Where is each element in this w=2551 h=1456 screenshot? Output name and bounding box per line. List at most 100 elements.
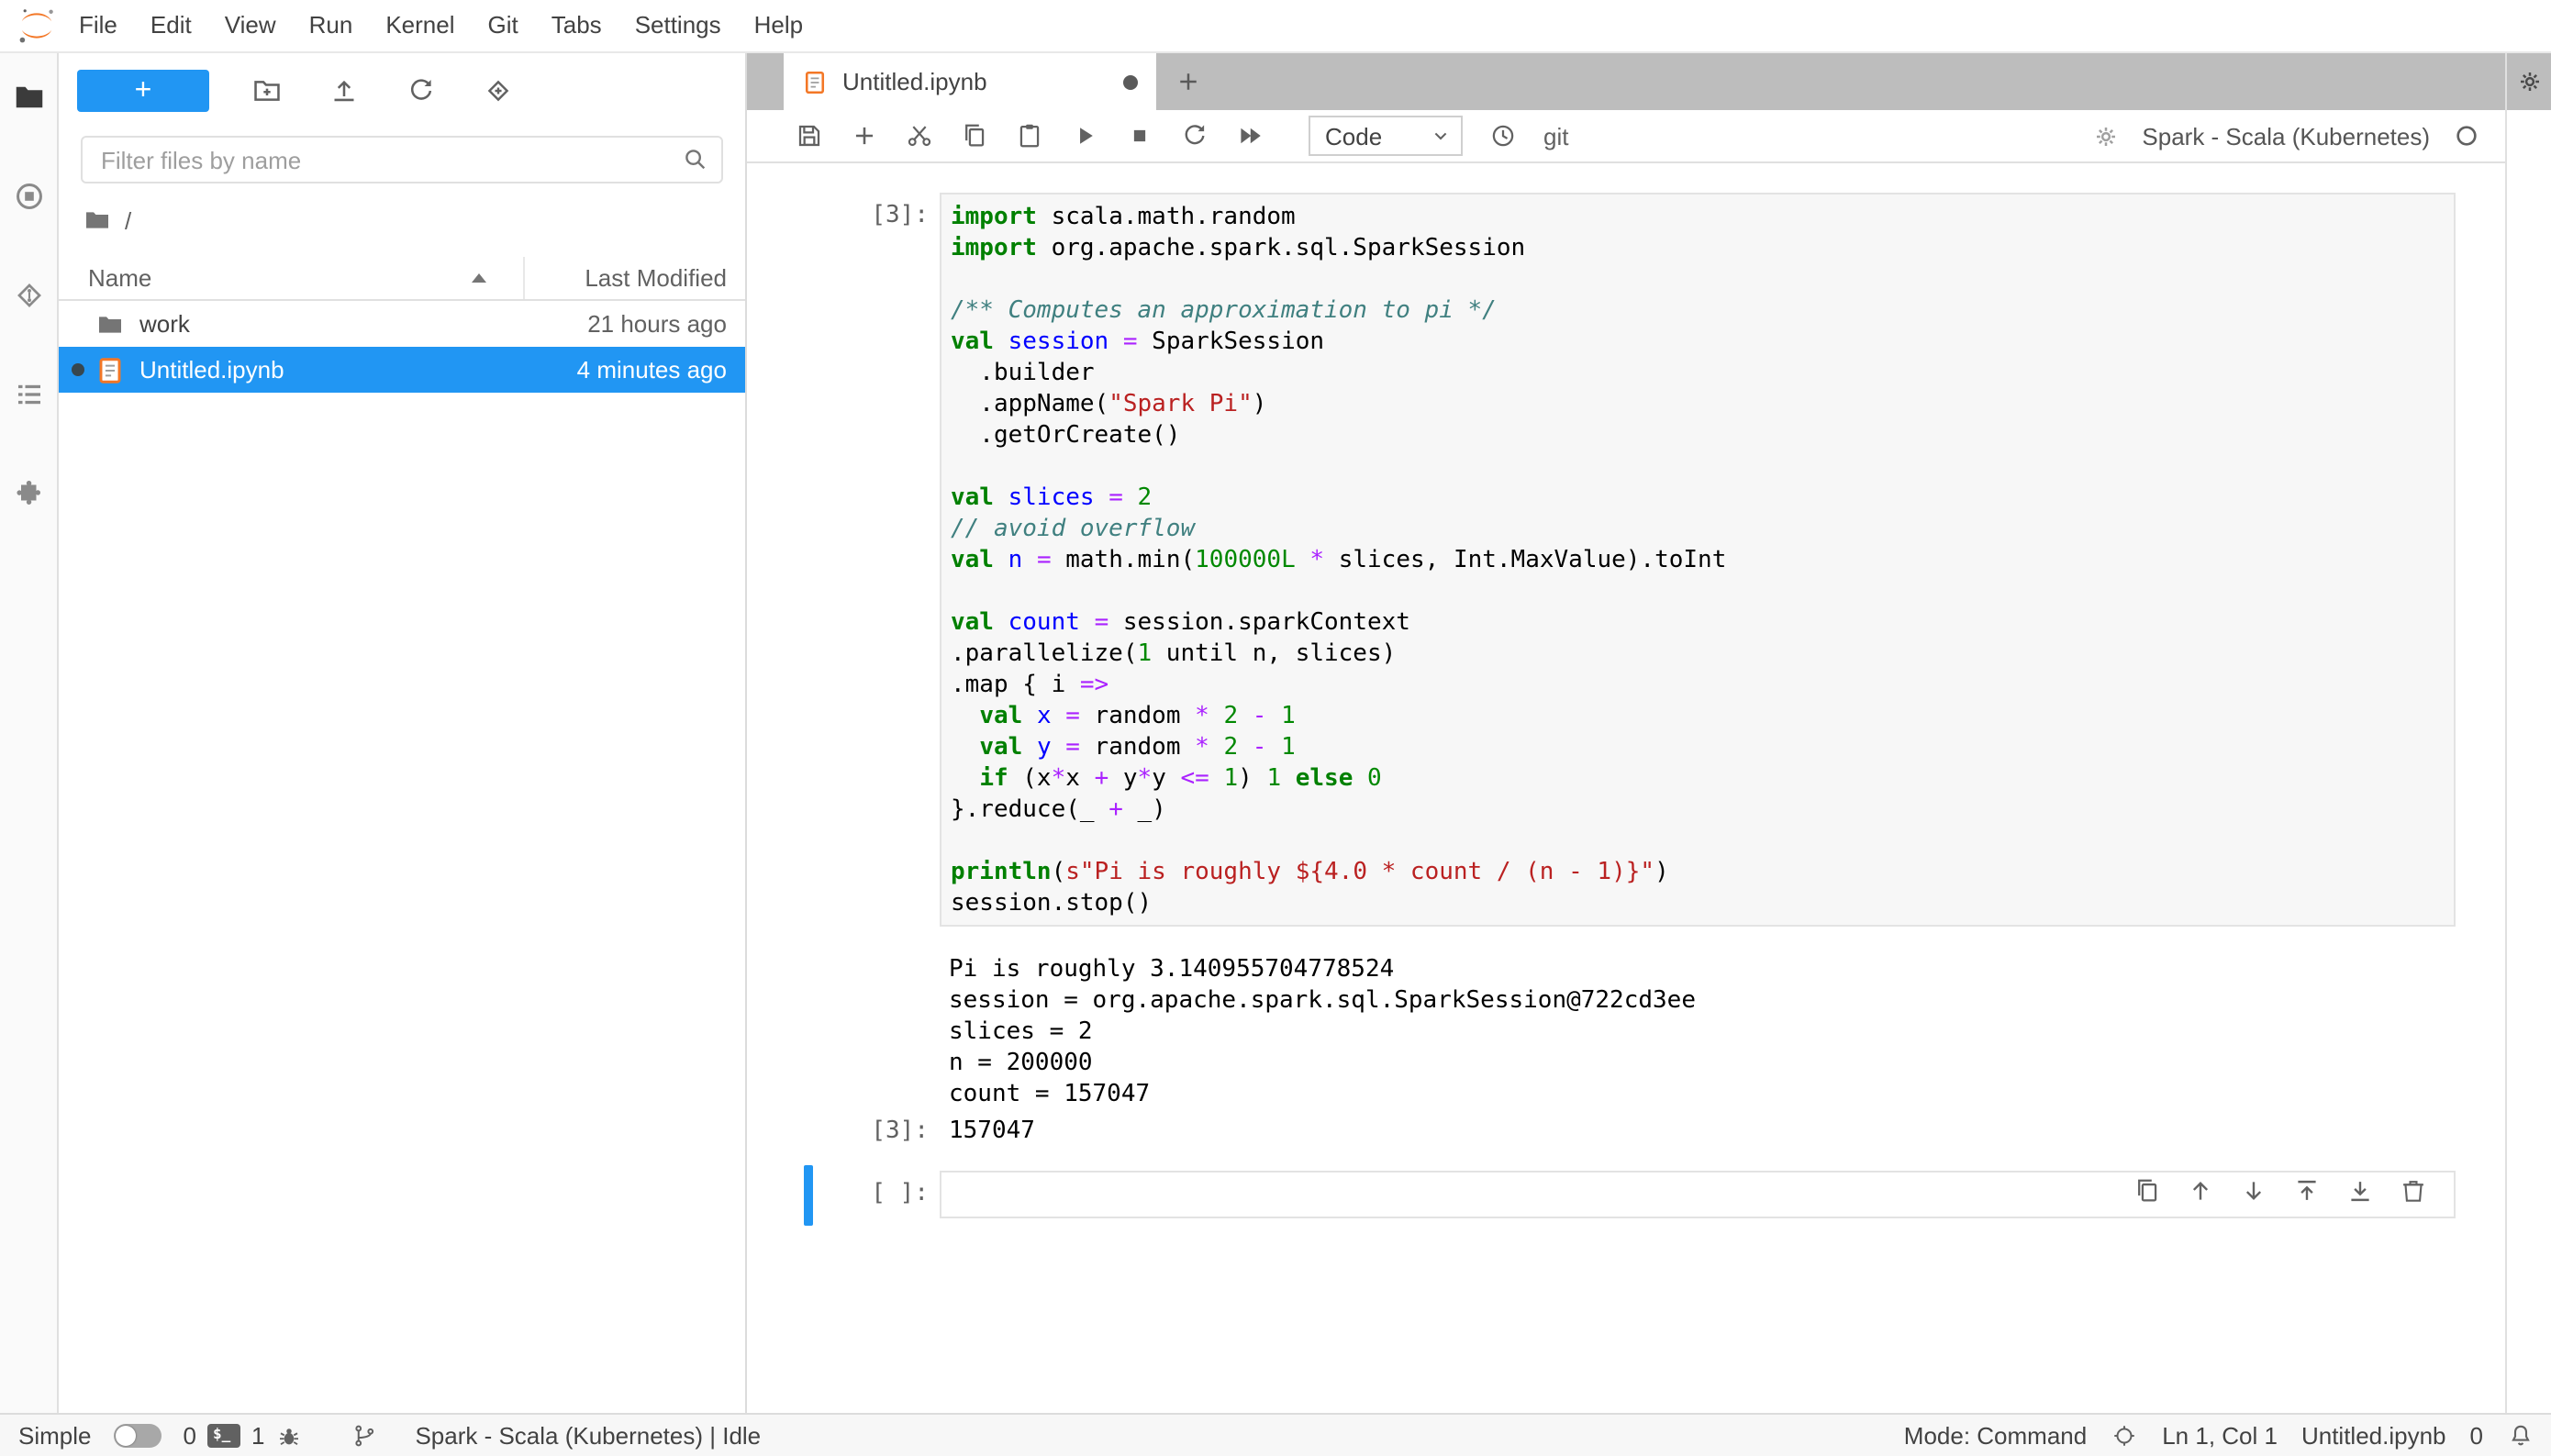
- folder-icon: [95, 309, 125, 339]
- extensions-icon[interactable]: [10, 475, 47, 512]
- toolbar-right: Spark - Scala (Kubernetes): [2090, 121, 2505, 150]
- copy-icon[interactable]: [960, 121, 989, 150]
- output-line: n = 200000: [949, 1050, 1093, 1077]
- dock-panel: Untitled.ipynb Code git Spark - Scala (K…: [745, 53, 2505, 1413]
- duplicate-cell-icon[interactable]: [2133, 1176, 2162, 1206]
- cut-icon[interactable]: [905, 121, 934, 150]
- target-icon[interactable]: [2111, 1422, 2138, 1450]
- right-strip-top: [2507, 53, 2551, 110]
- notifications-count[interactable]: 0: [2470, 1422, 2483, 1450]
- menu-item-git[interactable]: Git: [472, 0, 535, 51]
- code-line: .map { i =>: [951, 672, 1109, 699]
- main-area: + Filter files by name / Name Last Modif…: [0, 53, 2551, 1413]
- menu-item-help[interactable]: Help: [738, 0, 820, 51]
- menu-item-edit[interactable]: Edit: [134, 0, 208, 51]
- new-tab-button[interactable]: [1156, 53, 1219, 110]
- column-name-label: Name: [88, 264, 152, 292]
- notebook-icon: [802, 69, 828, 94]
- code-line: val n = math.min(100000L * slices, Int.M…: [951, 547, 1727, 574]
- simple-mode-label: Simple: [18, 1421, 92, 1450]
- search-icon: [681, 145, 710, 174]
- toggle-knob: [115, 1425, 136, 1446]
- execution-count-prompt: [3]:: [871, 202, 929, 229]
- menu-item-tabs[interactable]: Tabs: [535, 0, 618, 51]
- upload-icon[interactable]: [305, 66, 382, 114]
- file-modified: 21 hours ago: [587, 310, 727, 338]
- output-line: slices = 2: [949, 1018, 1093, 1046]
- cell-output: Pi is roughly 3.140955704778524 session =…: [949, 954, 1696, 1110]
- breadcrumb[interactable]: /: [59, 198, 745, 242]
- breadcrumb-root[interactable]: /: [125, 206, 131, 234]
- file-listing: work 21 hours ago Untitled.ipynb 4 minutes …: [59, 301, 745, 1413]
- code-line: import org.apache.spark.sql.SparkSession: [951, 235, 1526, 262]
- menu-item-run[interactable]: Run: [293, 0, 370, 51]
- insert-cell-below-icon[interactable]: [2345, 1176, 2375, 1206]
- file-name: work: [139, 310, 190, 338]
- menu-item-file[interactable]: File: [62, 0, 134, 51]
- file-row[interactable]: Untitled.ipynb 4 minutes ago: [59, 347, 745, 393]
- delete-cell-icon[interactable]: [2399, 1176, 2428, 1206]
- bell-icon[interactable]: [2507, 1422, 2534, 1450]
- result-count-prompt: [3]:: [871, 1117, 929, 1145]
- sort-ascending-icon: [472, 273, 486, 283]
- run-icon[interactable]: [1070, 121, 1099, 150]
- files-icon[interactable]: [10, 79, 47, 116]
- insert-cell-icon[interactable]: [850, 121, 879, 150]
- save-icon[interactable]: [795, 121, 824, 150]
- menu-item-view[interactable]: View: [208, 0, 293, 51]
- restart-run-all-icon[interactable]: [1235, 121, 1264, 150]
- gear-icon[interactable]: [2090, 121, 2120, 150]
- mode-indicator[interactable]: Mode: Command: [1904, 1422, 2087, 1450]
- unsaved-changes-dot-icon[interactable]: [1123, 74, 1138, 89]
- stop-icon[interactable]: [1125, 121, 1154, 150]
- execute-result: 157047: [949, 1117, 1035, 1145]
- file-row[interactable]: work 21 hours ago: [59, 301, 745, 347]
- git-clone-icon[interactable]: [459, 66, 536, 114]
- kernels-count: 1: [251, 1421, 265, 1450]
- menubar: File Edit View Run Kernel Git Tabs Settings Help: [0, 0, 2551, 53]
- cursor-position[interactable]: Ln 1, Col 1: [2162, 1422, 2278, 1450]
- new-launcher-button[interactable]: +: [77, 69, 209, 111]
- status-bar-left: Simple 0 1 Spark - Scala (Kubernetes) | …: [18, 1422, 761, 1450]
- restart-kernel-icon[interactable]: [1180, 121, 1209, 150]
- code-line: val count = session.sparkContext: [951, 609, 1410, 637]
- code-cell-editor[interactable]: import scala.math.random import org.apach…: [940, 193, 2456, 927]
- property-inspector-gear-icon[interactable]: [2511, 63, 2547, 100]
- move-cell-up-icon[interactable]: [2186, 1176, 2215, 1206]
- cell-type-select[interactable]: Code: [1309, 116, 1463, 156]
- column-header-modified[interactable]: Last Modified: [525, 264, 745, 292]
- tab-untitled-ipynb[interactable]: Untitled.ipynb: [784, 53, 1156, 110]
- kernel-name[interactable]: Spark - Scala (Kubernetes): [2142, 122, 2430, 150]
- column-header-name[interactable]: Name: [59, 257, 525, 299]
- git-toolbar-button[interactable]: git: [1543, 122, 1568, 150]
- code-line: val slices = 2: [951, 484, 1153, 512]
- git-icon[interactable]: [10, 277, 47, 314]
- paste-icon[interactable]: [1015, 121, 1044, 150]
- running-sessions-status[interactable]: 0 1: [184, 1422, 304, 1450]
- running-sessions-icon[interactable]: [10, 178, 47, 215]
- code-line: .parallelize(1 until n, slices): [951, 640, 1397, 668]
- table-of-contents-icon[interactable]: [10, 376, 47, 413]
- kernel-status-idle-icon[interactable]: [2452, 121, 2481, 150]
- move-cell-down-icon[interactable]: [2239, 1176, 2268, 1206]
- code-line: val x = random * 2 - 1: [979, 703, 1296, 730]
- history-clock-icon[interactable]: [1488, 121, 1518, 150]
- code-line: session.stop(): [951, 890, 1153, 917]
- filter-files-input[interactable]: [81, 136, 723, 183]
- insert-cell-above-icon[interactable]: [2292, 1176, 2322, 1206]
- output-line: session = org.apache.spark.sql.SparkSess…: [949, 987, 1696, 1015]
- notebook-toolbar: Code git Spark - Scala (Kubernetes): [747, 110, 2505, 163]
- code-line: val session = SparkSession: [951, 328, 1325, 356]
- code-line: if (x*x + y*y <= 1) 1 else 0: [979, 765, 1382, 793]
- kernel-status-text[interactable]: Spark - Scala (Kubernetes) | Idle: [415, 1422, 761, 1450]
- terminal-icon: [206, 1423, 240, 1448]
- menu-item-settings[interactable]: Settings: [618, 0, 738, 51]
- git-branch-icon[interactable]: [351, 1422, 378, 1450]
- new-folder-icon[interactable]: [228, 66, 305, 114]
- menu-item-kernel[interactable]: Kernel: [369, 0, 471, 51]
- refresh-icon[interactable]: [382, 66, 459, 114]
- simple-mode-toggle[interactable]: [113, 1423, 162, 1448]
